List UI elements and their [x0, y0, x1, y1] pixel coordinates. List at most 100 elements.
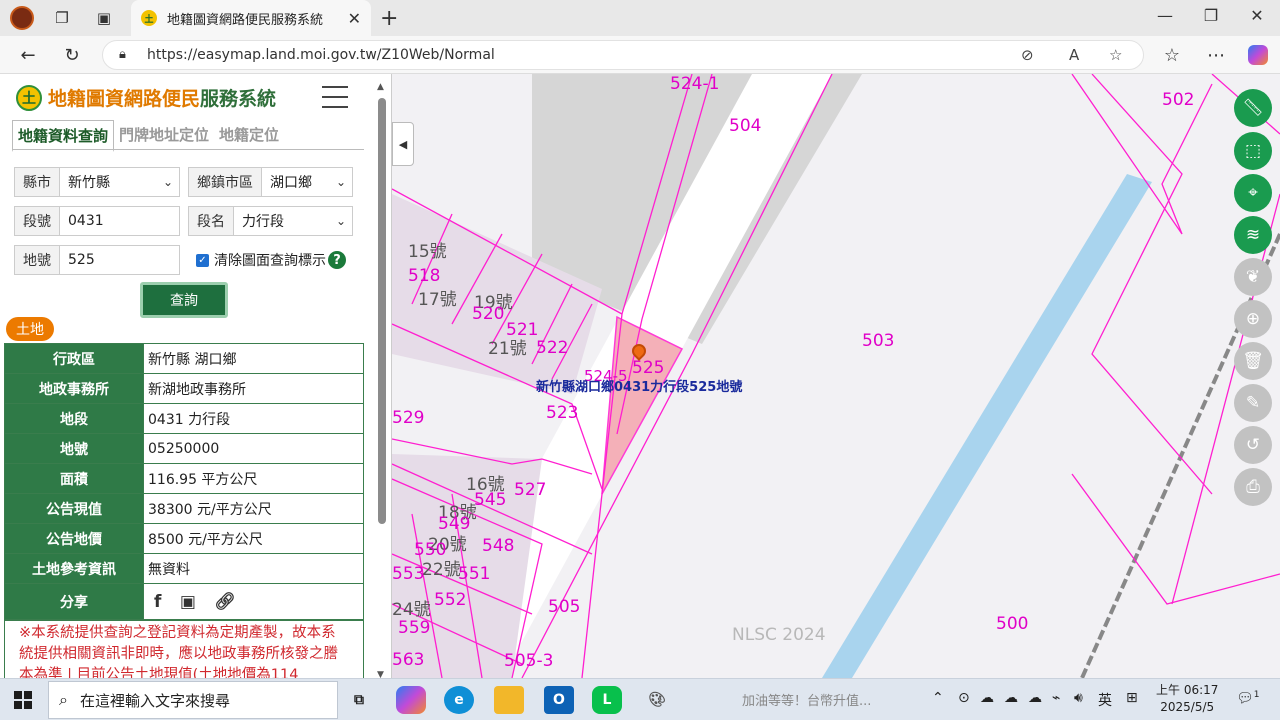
- browser-tab-active[interactable]: 土 地籍圖資網路便民服務系統 ✕: [131, 0, 371, 36]
- tab-address-locate[interactable]: 門牌地址定位: [114, 120, 214, 152]
- ime-mode-icon[interactable]: ⊞: [1126, 690, 1138, 706]
- chevron-up-icon[interactable]: ⌃: [932, 690, 944, 706]
- notification-icon[interactable]: 💬︎1: [1236, 690, 1260, 707]
- row-value: 8500 元/平方公尺: [143, 523, 364, 554]
- outlook-icon[interactable]: O: [544, 686, 574, 714]
- windows-taskbar: ⌕ 在這裡輸入文字來搜尋 ⧉ e O L 🎨︎ 加油等等！台幣升值... ⌃ ⊙…: [0, 678, 1280, 720]
- tab-cadastral-query[interactable]: 地籍資料查詢: [12, 120, 115, 152]
- window-close-button[interactable]: ✕: [1234, 6, 1280, 25]
- layers-icon[interactable]: ≋: [1234, 216, 1272, 254]
- profile-avatar-icon[interactable]: [10, 6, 34, 30]
- refresh-icon[interactable]: ↻: [60, 43, 84, 67]
- checkbox-checked-icon[interactable]: ✓: [196, 253, 209, 267]
- county-select[interactable]: 縣市 新竹縣 ⌄: [14, 167, 180, 197]
- paint-icon[interactable]: 🎨︎: [642, 686, 672, 714]
- volume-icon[interactable]: 🔊︎: [1074, 690, 1083, 706]
- parcel-number: 529: [392, 408, 425, 428]
- task-view-icon[interactable]: ⧉: [344, 686, 374, 714]
- help-icon[interactable]: ?: [328, 251, 346, 269]
- system-clock[interactable]: 上午 06:17 2025/5/5: [1156, 682, 1218, 716]
- link-icon[interactable]: 🔗︎: [214, 592, 236, 612]
- tab-cadastral-locate[interactable]: 地籍定位: [214, 120, 284, 152]
- target-icon[interactable]: ⊕: [1234, 300, 1272, 338]
- vertical-tabs-icon[interactable]: ▣: [92, 6, 116, 30]
- history-icon[interactable]: ↺: [1234, 426, 1272, 464]
- canal: [822, 174, 1152, 678]
- map-canvas[interactable]: [392, 74, 1280, 678]
- meet-icon[interactable]: ⊙: [958, 690, 970, 706]
- cloud-icon[interactable]: ☁: [980, 690, 994, 706]
- row-key: 公告地價: [4, 523, 144, 554]
- address-bar-row: ← ↻ 🔒︎ https://easymap.land.moi.gov.tw/Z…: [0, 36, 1280, 74]
- township-select[interactable]: 鄉鎮市區 湖口鄉 ⌄: [188, 167, 353, 197]
- more-menu-icon[interactable]: ⋯: [1204, 43, 1228, 67]
- query-button[interactable]: 查詢: [140, 282, 228, 318]
- parcel-number: 545: [474, 490, 507, 510]
- read-aloud-icon[interactable]: A: [1069, 46, 1079, 64]
- line-app-icon[interactable]: L: [592, 686, 622, 714]
- lock-icon[interactable]: 🔒︎: [119, 47, 126, 62]
- ruler-icon[interactable]: 📏︎: [1234, 89, 1272, 127]
- tab-close-icon[interactable]: ✕: [348, 9, 361, 28]
- row-value: 新湖地政事務所: [143, 373, 364, 404]
- notification-count: 1: [1253, 690, 1260, 700]
- cloud-icon[interactable]: ☁: [1028, 690, 1042, 706]
- edit-icon[interactable]: ✎: [1234, 384, 1272, 422]
- file-explorer-icon[interactable]: [494, 686, 524, 714]
- select-icon[interactable]: ⬚: [1234, 132, 1272, 170]
- parcel-number: 552: [434, 590, 467, 610]
- line-icon[interactable]: ▣: [180, 592, 196, 612]
- cloud-icon[interactable]: ☁: [1004, 690, 1018, 706]
- parcel-number: 563: [392, 650, 425, 670]
- network-icon[interactable]: ⌁: [1052, 690, 1060, 706]
- locate-pin-icon[interactable]: ⌖: [1234, 174, 1272, 212]
- share-row: 分享 f ▣ 🔗︎: [4, 583, 364, 620]
- workspaces-icon[interactable]: ❐: [50, 6, 74, 30]
- tracking-prevention-icon[interactable]: ⊘: [1021, 46, 1034, 64]
- house-number: 22號: [422, 560, 461, 580]
- scroll-down-icon[interactable]: ▼: [377, 670, 384, 678]
- scrollbar-thumb[interactable]: [378, 98, 386, 524]
- restore-button[interactable]: ❐: [1188, 6, 1234, 25]
- parcel-number: 553: [392, 564, 425, 584]
- minimize-button[interactable]: —: [1142, 6, 1188, 25]
- url-field[interactable]: 🔒︎ https://easymap.land.moi.gov.tw/Z10We…: [102, 40, 1144, 70]
- app-logo[interactable]: 土 地籍圖資網路便民 服務系統: [16, 84, 276, 111]
- new-tab-button[interactable]: +: [380, 6, 398, 31]
- cadastral-map[interactable]: 524-1 504 502 15號 518 17號 19號 520 521 21…: [392, 74, 1280, 678]
- url-text: https://easymap.land.moi.gov.tw/Z10Web/N…: [147, 47, 495, 63]
- hamburger-menu-button[interactable]: [322, 86, 348, 108]
- house-number: 17號: [418, 290, 457, 310]
- query-tabs: 地籍資料查詢 門牌地址定位 地籍定位: [12, 120, 284, 152]
- taskbar-search[interactable]: ⌕ 在這裡輸入文字來搜尋: [48, 681, 338, 719]
- print-icon[interactable]: ⎙: [1234, 468, 1272, 506]
- table-row: 公告地價 8500 元/平方公尺: [4, 523, 364, 554]
- section-number-field[interactable]: 段號 0431: [14, 206, 180, 236]
- share-label: 分享: [4, 583, 144, 620]
- trash-icon[interactable]: 🗑︎: [1234, 342, 1272, 380]
- start-button[interactable]: [14, 691, 32, 709]
- collapse-panel-button[interactable]: ◀: [392, 122, 414, 166]
- lot-number-field[interactable]: 地號 525: [14, 245, 180, 275]
- favorites-icon[interactable]: ☆: [1160, 43, 1184, 67]
- row-key: 地段: [4, 403, 144, 434]
- tab-divider: [12, 149, 364, 150]
- favorite-star-icon[interactable]: ☆: [1109, 46, 1122, 64]
- ime-indicator[interactable]: 英: [1098, 690, 1112, 710]
- leaf-icon[interactable]: ❦: [1234, 258, 1272, 296]
- copilot-icon[interactable]: [1246, 43, 1270, 67]
- parcel-number: 505: [548, 597, 581, 617]
- edge-icon[interactable]: e: [444, 686, 474, 714]
- map-watermark: NLSC 2024: [732, 625, 826, 645]
- table-row: 地段 0431 力行段: [4, 403, 364, 434]
- back-arrow-icon[interactable]: ←: [16, 43, 40, 67]
- news-ticker[interactable]: 加油等等！台幣升值...: [742, 690, 871, 709]
- facebook-icon[interactable]: f: [154, 592, 161, 612]
- copilot-taskbar-icon[interactable]: [396, 686, 426, 714]
- parcel-number: 505-3: [504, 651, 554, 671]
- section-name-select[interactable]: 段名 力行段 ⌄: [188, 206, 353, 236]
- clear-marker-checkbox[interactable]: ✓ 清除圖面查詢標示 ?: [196, 250, 346, 270]
- panel-scrollbar[interactable]: ▲ ▼: [376, 80, 388, 678]
- parcel-number: 500: [996, 614, 1029, 634]
- scroll-up-icon[interactable]: ▲: [377, 82, 384, 92]
